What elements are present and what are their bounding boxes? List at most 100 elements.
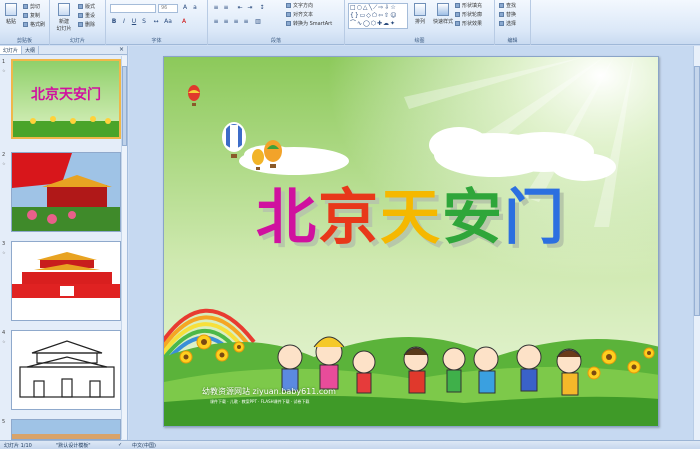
outline-icon	[455, 12, 460, 17]
layout-button[interactable]: 版式	[78, 3, 95, 10]
slides-group: 新建 幻灯片 版式 重设 删除 幻灯片	[50, 0, 106, 45]
watermark-text: 幼教资源网站 ziyuan.baby611.com	[202, 387, 336, 396]
animation-star-icon: ☆	[2, 250, 6, 255]
thumbnail-image	[11, 330, 121, 410]
group-label-font: 字体	[151, 38, 162, 44]
group-label-drawing: 绘图	[414, 38, 425, 44]
drawing-group: □○△╲⟋⇨⇩☆ {}▭◇⬠⇦⇧☺ ⌒∿◯⬡✚☁✦ 排列 快速样式 形状填充 形状轮…	[345, 0, 495, 45]
delete-slide-button[interactable]: 删除	[78, 21, 95, 28]
reset-icon	[78, 13, 83, 18]
bold-icon[interactable]: B	[110, 18, 118, 26]
font-group: 96 A a B I U S ↔ Aa A 字体	[106, 0, 208, 45]
panel-scrollbar[interactable]	[121, 56, 127, 439]
grow-font-icon[interactable]: A	[181, 4, 189, 12]
slide-editor: 北京天安门 幼教资源网站 ziyuan.baby611.com 课件下载 · 儿…	[129, 46, 700, 440]
font-color-icon[interactable]: A	[180, 18, 188, 26]
paste-button[interactable]: 粘贴	[3, 3, 19, 25]
find-button[interactable]: 查找	[499, 2, 516, 9]
tab-slides[interactable]: 幻灯片	[0, 46, 23, 54]
scrollbar-thumb[interactable]	[694, 66, 700, 316]
effects-icon	[455, 21, 460, 26]
close-panel-icon[interactable]: ×	[116, 46, 127, 54]
thumbnail-image	[11, 419, 121, 440]
italic-icon[interactable]: I	[120, 18, 128, 26]
arrange-icon	[414, 3, 426, 16]
thumbnail-image	[11, 241, 121, 321]
align-text-button[interactable]: 对齐文本	[286, 11, 313, 18]
clipboard-group: 粘贴 剪切 复制 格式刷 剪贴板	[0, 0, 50, 45]
shrink-font-icon[interactable]: a	[191, 4, 199, 12]
group-label-slides: 幻灯片	[69, 38, 85, 44]
slides-panel: 幻灯片 大纲 × 1 ☆ 北京天安门 2 ☆ 3 ☆ 4 ☆ 5	[0, 46, 128, 440]
copy-button[interactable]: 复制	[23, 12, 40, 19]
editing-group: 查找 替换 选择 编辑	[495, 0, 531, 45]
justify-icon[interactable]: ≡	[242, 18, 250, 26]
change-case-icon[interactable]: Aa	[164, 18, 172, 26]
strikethrough-icon[interactable]: S	[140, 18, 148, 26]
slide-counter: 幻灯片 1/10	[4, 443, 32, 449]
columns-icon[interactable]: ▥	[254, 18, 262, 26]
quick-styles-button[interactable]: 快速样式	[431, 3, 455, 25]
new-slide-icon	[58, 3, 70, 16]
decrease-indent-icon[interactable]: ⇤	[236, 4, 244, 12]
text-direction-icon	[286, 3, 291, 8]
paragraph-group: ≡ ≡ ⇤ ⇥ ↕ ≡ ≡ ≡ ≡ ▥ 文字方向 对齐文本 转换为 SmartA…	[208, 0, 345, 45]
underline-icon[interactable]: U	[130, 18, 138, 26]
slide-title[interactable]: 北京天安门	[256, 169, 566, 256]
select-button[interactable]: 选择	[499, 20, 516, 27]
fill-icon	[455, 3, 460, 8]
cut-button[interactable]: 剪切	[23, 3, 40, 10]
spacing-icon[interactable]: ↔	[152, 18, 160, 26]
shape-outline-button[interactable]: 形状轮廓	[455, 11, 482, 18]
delete-icon	[78, 22, 83, 27]
arrange-button[interactable]: 排列	[411, 3, 429, 25]
shapes-gallery[interactable]: □○△╲⟋⇨⇩☆ {}▭◇⬠⇦⇧☺ ⌒∿◯⬡✚☁✦	[348, 3, 408, 29]
group-label-clipboard: 剪贴板	[16, 38, 32, 44]
smartart-button[interactable]: 转换为 SmartArt	[286, 20, 332, 27]
title-char: 京	[318, 183, 380, 253]
replace-icon	[499, 12, 504, 17]
scrollbar-thumb[interactable]	[122, 66, 127, 146]
layout-icon	[78, 4, 83, 9]
text-direction-button[interactable]: 文字方向	[286, 2, 313, 9]
font-size-combo[interactable]: 96	[158, 4, 178, 13]
replace-button[interactable]: 替换	[499, 11, 516, 18]
increase-indent-icon[interactable]: ⇥	[246, 4, 254, 12]
align-right-icon[interactable]: ≡	[232, 18, 240, 26]
group-label-paragraph: 段落	[270, 38, 281, 44]
format-painter-button[interactable]: 格式刷	[23, 21, 45, 28]
shape-effects-button[interactable]: 形状效果	[455, 20, 482, 27]
brush-icon	[23, 22, 28, 27]
thumbnail-image	[11, 152, 121, 232]
font-name-combo[interactable]	[110, 4, 156, 13]
animation-star-icon: ☆	[2, 161, 6, 166]
quick-styles-icon	[437, 3, 449, 16]
panel-tabs: 幻灯片 大纲 ×	[0, 46, 127, 55]
copy-icon	[23, 13, 28, 18]
theme-name: "默认设计模板"	[56, 443, 91, 449]
line-spacing-icon[interactable]: ↕	[258, 4, 266, 12]
paste-icon	[5, 3, 17, 16]
title-char: 北	[256, 183, 318, 253]
numbering-icon[interactable]: ≡	[222, 4, 230, 12]
title-char: 门	[504, 183, 566, 253]
watermark-subtext: 课件下载 · 儿歌 · 教案PPT · FLASH课件下载 · 试卷下载	[210, 399, 310, 404]
align-center-icon[interactable]: ≡	[222, 18, 230, 26]
animation-star-icon: ☆	[2, 68, 6, 73]
current-slide[interactable]: 北京天安门 幼教资源网站 ziyuan.baby611.com 课件下载 · 儿…	[163, 56, 659, 427]
reset-button[interactable]: 重设	[78, 12, 95, 19]
tab-outline[interactable]: 大纲	[22, 46, 40, 54]
shape-fill-button[interactable]: 形状填充	[455, 2, 482, 9]
smartart-icon	[286, 21, 291, 26]
svg-text:北京天安门: 北京天安门	[31, 86, 101, 103]
thumbnail-image: 北京天安门	[11, 59, 121, 139]
binoculars-icon	[499, 3, 504, 8]
align-left-icon[interactable]: ≡	[212, 18, 220, 26]
animation-star-icon: ☆	[2, 339, 6, 344]
editor-scrollbar[interactable]	[693, 46, 700, 440]
select-icon	[499, 21, 504, 26]
new-slide-button[interactable]: 新建 幻灯片	[54, 3, 74, 32]
spell-check-icon[interactable]: ✓	[118, 442, 122, 448]
align-text-icon	[286, 12, 291, 17]
bullets-icon[interactable]: ≡	[212, 4, 220, 12]
